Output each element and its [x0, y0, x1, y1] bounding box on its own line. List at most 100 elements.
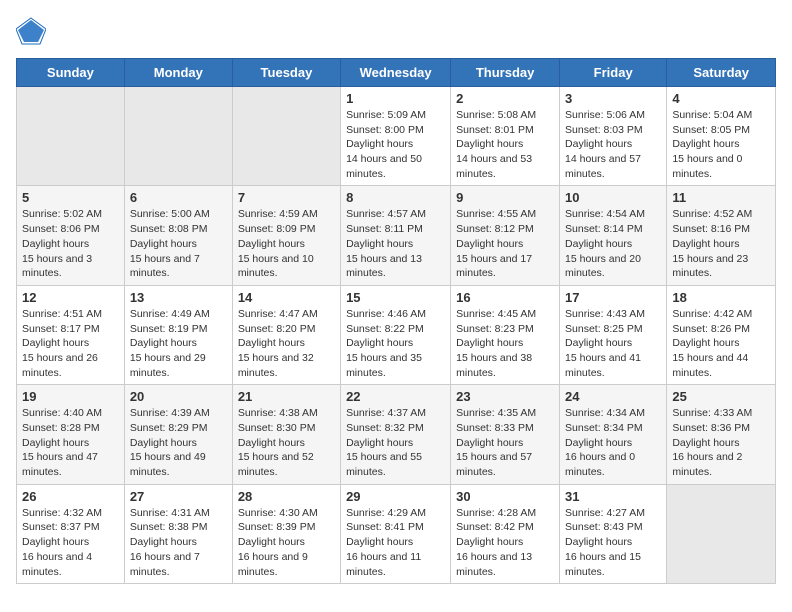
- day-info: Sunrise: 4:49 AMSunset: 8:19 PMDaylight …: [130, 307, 227, 380]
- day-info: Sunrise: 4:52 AMSunset: 8:16 PMDaylight …: [672, 207, 770, 280]
- day-info: Sunrise: 4:27 AMSunset: 8:43 PMDaylight …: [565, 506, 661, 579]
- day-number: 14: [238, 290, 335, 305]
- day-info: Sunrise: 4:31 AMSunset: 8:38 PMDaylight …: [130, 506, 227, 579]
- week-row-3: 12Sunrise: 4:51 AMSunset: 8:17 PMDayligh…: [17, 285, 776, 384]
- day-number: 1: [346, 91, 445, 106]
- day-cell: 31 Sunrise: 4:27 AMSunset: 8:43 PMDayligh…: [560, 484, 667, 583]
- day-number: 5: [22, 190, 119, 205]
- column-header-tuesday: Tuesday: [232, 59, 340, 87]
- column-header-saturday: Saturday: [667, 59, 776, 87]
- day-cell: 22 Sunrise: 4:37 AMSunset: 8:32 PMDayligh…: [341, 385, 451, 484]
- day-info: Sunrise: 5:00 AMSunset: 8:08 PMDaylight …: [130, 207, 227, 280]
- day-cell: 18 Sunrise: 4:42 AMSunset: 8:26 PMDayligh…: [667, 285, 776, 384]
- day-cell: 19 Sunrise: 4:40 AMSunset: 8:28 PMDayligh…: [17, 385, 125, 484]
- day-number: 11: [672, 190, 770, 205]
- day-cell: 7 Sunrise: 4:59 AMSunset: 8:09 PMDaylight…: [232, 186, 340, 285]
- day-info: Sunrise: 4:35 AMSunset: 8:33 PMDaylight …: [456, 406, 554, 479]
- day-cell: 16 Sunrise: 4:45 AMSunset: 8:23 PMDayligh…: [451, 285, 560, 384]
- day-info: Sunrise: 5:09 AMSunset: 8:00 PMDaylight …: [346, 108, 445, 181]
- day-number: 29: [346, 489, 445, 504]
- day-info: Sunrise: 4:46 AMSunset: 8:22 PMDaylight …: [346, 307, 445, 380]
- day-cell: 30Sunrise: 4:28 AMSunset: 8:42 PMDayligh…: [451, 484, 560, 583]
- day-cell: 28 Sunrise: 4:30 AMSunset: 8:39 PMDayligh…: [232, 484, 340, 583]
- day-number: 18: [672, 290, 770, 305]
- day-number: 26: [22, 489, 119, 504]
- day-cell: [17, 87, 125, 186]
- day-cell: [232, 87, 340, 186]
- day-number: 10: [565, 190, 661, 205]
- day-info: Sunrise: 4:54 AMSunset: 8:14 PMDaylight …: [565, 207, 661, 280]
- day-cell: 11 Sunrise: 4:52 AMSunset: 8:16 PMDayligh…: [667, 186, 776, 285]
- day-info: Sunrise: 4:39 AMSunset: 8:29 PMDaylight …: [130, 406, 227, 479]
- column-header-monday: Monday: [124, 59, 232, 87]
- logo-icon: [16, 16, 46, 46]
- day-number: 6: [130, 190, 227, 205]
- calendar-header: SundayMondayTuesdayWednesdayThursdayFrid…: [17, 59, 776, 87]
- day-info: Sunrise: 4:59 AMSunset: 8:09 PMDaylight …: [238, 207, 335, 280]
- day-number: 7: [238, 190, 335, 205]
- day-cell: [667, 484, 776, 583]
- day-info: Sunrise: 4:32 AMSunset: 8:37 PMDaylight …: [22, 506, 119, 579]
- day-cell: 3 Sunrise: 5:06 AMSunset: 8:03 PMDaylight…: [560, 87, 667, 186]
- day-info: Sunrise: 4:40 AMSunset: 8:28 PMDaylight …: [22, 406, 119, 479]
- day-number: 3: [565, 91, 661, 106]
- day-number: 21: [238, 389, 335, 404]
- day-info: Sunrise: 4:30 AMSunset: 8:39 PMDaylight …: [238, 506, 335, 579]
- day-info: Sunrise: 4:33 AMSunset: 8:36 PMDaylight …: [672, 406, 770, 479]
- day-number: 8: [346, 190, 445, 205]
- week-row-5: 26 Sunrise: 4:32 AMSunset: 8:37 PMDayligh…: [17, 484, 776, 583]
- week-row-2: 5 Sunrise: 5:02 AMSunset: 8:06 PMDaylight…: [17, 186, 776, 285]
- day-info: Sunrise: 4:42 AMSunset: 8:26 PMDaylight …: [672, 307, 770, 380]
- day-info: Sunrise: 4:38 AMSunset: 8:30 PMDaylight …: [238, 406, 335, 479]
- day-cell: 14 Sunrise: 4:47 AMSunset: 8:20 PMDayligh…: [232, 285, 340, 384]
- day-cell: [124, 87, 232, 186]
- calendar-table: SundayMondayTuesdayWednesdayThursdayFrid…: [16, 58, 776, 584]
- day-info: Sunrise: 4:29 AMSunset: 8:41 PMDaylight …: [346, 506, 445, 579]
- day-cell: 13Sunrise: 4:49 AMSunset: 8:19 PMDayligh…: [124, 285, 232, 384]
- day-number: 19: [22, 389, 119, 404]
- day-cell: 9Sunrise: 4:55 AMSunset: 8:12 PMDaylight…: [451, 186, 560, 285]
- day-number: 28: [238, 489, 335, 504]
- day-cell: 15Sunrise: 4:46 AMSunset: 8:22 PMDayligh…: [341, 285, 451, 384]
- day-cell: 29 Sunrise: 4:29 AMSunset: 8:41 PMDayligh…: [341, 484, 451, 583]
- day-number: 30: [456, 489, 554, 504]
- page-header: [16, 16, 776, 46]
- day-number: 27: [130, 489, 227, 504]
- column-header-thursday: Thursday: [451, 59, 560, 87]
- day-info: Sunrise: 5:06 AMSunset: 8:03 PMDaylight …: [565, 108, 661, 181]
- column-header-wednesday: Wednesday: [341, 59, 451, 87]
- day-info: Sunrise: 5:02 AMSunset: 8:06 PMDaylight …: [22, 207, 119, 280]
- day-number: 25: [672, 389, 770, 404]
- calendar-body: 1 Sunrise: 5:09 AMSunset: 8:00 PMDaylight…: [17, 87, 776, 584]
- day-cell: 12Sunrise: 4:51 AMSunset: 8:17 PMDayligh…: [17, 285, 125, 384]
- day-number: 17: [565, 290, 661, 305]
- day-info: Sunrise: 4:45 AMSunset: 8:23 PMDaylight …: [456, 307, 554, 380]
- day-cell: 26 Sunrise: 4:32 AMSunset: 8:37 PMDayligh…: [17, 484, 125, 583]
- day-info: Sunrise: 4:43 AMSunset: 8:25 PMDaylight …: [565, 307, 661, 380]
- day-info: Sunrise: 4:47 AMSunset: 8:20 PMDaylight …: [238, 307, 335, 380]
- logo: [16, 16, 50, 46]
- day-number: 16: [456, 290, 554, 305]
- day-number: 4: [672, 91, 770, 106]
- day-cell: 6 Sunrise: 5:00 AMSunset: 8:08 PMDaylight…: [124, 186, 232, 285]
- day-cell: 21 Sunrise: 4:38 AMSunset: 8:30 PMDayligh…: [232, 385, 340, 484]
- day-cell: 1 Sunrise: 5:09 AMSunset: 8:00 PMDaylight…: [341, 87, 451, 186]
- day-number: 31: [565, 489, 661, 504]
- day-cell: 27 Sunrise: 4:31 AMSunset: 8:38 PMDayligh…: [124, 484, 232, 583]
- column-header-sunday: Sunday: [17, 59, 125, 87]
- day-cell: 8Sunrise: 4:57 AMSunset: 8:11 PMDaylight…: [341, 186, 451, 285]
- day-number: 12: [22, 290, 119, 305]
- day-info: Sunrise: 4:55 AMSunset: 8:12 PMDaylight …: [456, 207, 554, 280]
- column-header-friday: Friday: [560, 59, 667, 87]
- day-number: 20: [130, 389, 227, 404]
- day-cell: 20 Sunrise: 4:39 AMSunset: 8:29 PMDayligh…: [124, 385, 232, 484]
- day-cell: 2Sunrise: 5:08 AMSunset: 8:01 PMDaylight…: [451, 87, 560, 186]
- day-cell: 23 Sunrise: 4:35 AMSunset: 8:33 PMDayligh…: [451, 385, 560, 484]
- day-number: 23: [456, 389, 554, 404]
- week-row-1: 1 Sunrise: 5:09 AMSunset: 8:00 PMDaylight…: [17, 87, 776, 186]
- day-cell: 24Sunrise: 4:34 AMSunset: 8:34 PMDayligh…: [560, 385, 667, 484]
- day-cell: 5 Sunrise: 5:02 AMSunset: 8:06 PMDaylight…: [17, 186, 125, 285]
- day-info: Sunrise: 4:37 AMSunset: 8:32 PMDaylight …: [346, 406, 445, 479]
- day-number: 22: [346, 389, 445, 404]
- day-cell: 17 Sunrise: 4:43 AMSunset: 8:25 PMDayligh…: [560, 285, 667, 384]
